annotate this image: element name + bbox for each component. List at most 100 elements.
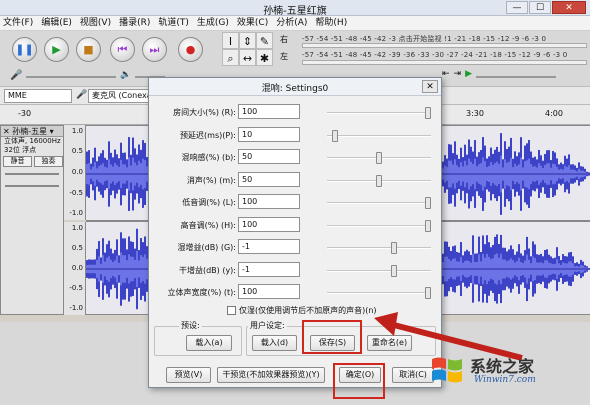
close-icon[interactable]: ✕: [3, 127, 12, 136]
close-button[interactable]: ✕: [552, 1, 586, 14]
param-input[interactable]: 10: [238, 126, 300, 142]
param-input[interactable]: -1: [238, 239, 300, 254]
menu-analyze[interactable]: 分析(A): [276, 16, 307, 30]
pause-icon: ❚❚: [15, 43, 34, 56]
param-row: 立体声宽度(%) (t): 100: [149, 284, 443, 302]
param-input[interactable]: 50: [238, 171, 300, 187]
track-control-panel: ✕ 孙楠-五星 ▾ 立体声, 16000Hz 32位 浮点 静音 独奏: [0, 125, 64, 315]
scale-label: -1.0: [69, 304, 83, 312]
multi-tool-icon[interactable]: ✱: [256, 49, 273, 66]
param-slider-thumb[interactable]: [425, 219, 431, 232]
param-label: 消声(%) (m):: [186, 175, 236, 185]
menu-help[interactable]: 帮助(H): [315, 16, 347, 30]
audio-host-select[interactable]: MME: [4, 89, 72, 103]
param-slider-track[interactable]: [327, 247, 431, 249]
playback-meter-bar: [302, 60, 587, 65]
ruler-label: -30: [18, 109, 32, 118]
watermark-title: 系统之家: [470, 357, 535, 376]
selection-tool-icon[interactable]: I: [222, 32, 239, 49]
silence-icon[interactable]: ⇥: [454, 69, 462, 85]
param-slider-thumb[interactable]: [376, 174, 382, 187]
play-speed-slider[interactable]: [476, 76, 557, 78]
pause-button[interactable]: ❚❚: [12, 37, 37, 62]
param-label: 高音调(%) (H):: [180, 220, 236, 230]
skip-start-button[interactable]: ⏮: [110, 37, 135, 62]
param-input[interactable]: 100: [238, 194, 300, 209]
envelope-tool-icon[interactable]: ⇕: [239, 32, 256, 49]
record-volume-slider[interactable]: [26, 76, 116, 78]
track-info: 32位 浮点: [4, 146, 37, 154]
mute-button[interactable]: 静音: [3, 156, 32, 167]
preview-button[interactable]: 预览(V): [166, 367, 211, 383]
scale-label: -0.5: [69, 284, 83, 292]
mic-icon: 🎤: [10, 70, 23, 81]
menu-transport[interactable]: 播录(R): [119, 16, 150, 30]
meter-right-label: 右: [280, 35, 288, 44]
checkbox-box[interactable]: [227, 306, 236, 315]
draw-tool-icon[interactable]: ✎: [256, 32, 273, 49]
param-slider-thumb[interactable]: [331, 129, 338, 142]
title-bar: 孙楠-五星红旗 — ☐ ✕: [0, 0, 590, 17]
param-input[interactable]: 100: [238, 216, 300, 232]
minimize-button[interactable]: —: [506, 1, 528, 14]
dialog-title-bar: 混响: Settings0 ✕: [149, 78, 441, 96]
skip-start-icon: ⏮: [117, 43, 128, 56]
watermark: 系统之家 Winwin7.com: [430, 351, 580, 391]
param-slider-track[interactable]: [327, 269, 431, 272]
param-slider-thumb[interactable]: [425, 107, 431, 119]
record-button[interactable]: ●: [178, 37, 203, 62]
amplitude-scale-top: 1.0 0.5 0.0 -0.5 -1.0: [64, 125, 86, 220]
scale-label: 1.0: [71, 224, 83, 232]
param-slider-thumb[interactable]: [425, 287, 431, 299]
param-row: 高音调(%) (H): 100: [149, 216, 443, 235]
record-icon: ●: [185, 43, 196, 56]
skip-end-button[interactable]: ⏭: [142, 37, 167, 62]
param-slider-track[interactable]: [327, 224, 431, 227]
gain-slider[interactable]: [5, 173, 59, 175]
ruler-label: 4:00: [545, 109, 563, 118]
param-input[interactable]: -1: [238, 261, 300, 277]
pan-slider[interactable]: [5, 185, 59, 187]
param-slider-thumb[interactable]: [425, 197, 431, 209]
param-slider-thumb[interactable]: [390, 264, 397, 277]
meter-left-label: 左: [280, 52, 288, 61]
menu-edit[interactable]: 编辑(E): [41, 16, 72, 30]
menu-tracks[interactable]: 轨道(T): [158, 16, 189, 30]
menu-view[interactable]: 视图(V): [80, 16, 111, 30]
param-input[interactable]: 100: [238, 284, 300, 299]
load-user-preset-button[interactable]: 载入(d): [252, 335, 297, 351]
param-slider-track[interactable]: [327, 112, 431, 114]
track-name-menu[interactable]: ✕ 孙楠-五星 ▾: [1, 126, 63, 137]
trim-icon[interactable]: ⇤: [442, 69, 450, 85]
param-slider-track[interactable]: [327, 134, 431, 137]
play-at-speed-button[interactable]: ▶: [465, 69, 472, 85]
load-preset-button[interactable]: 载入(a): [186, 335, 232, 351]
zoom-tool-icon[interactable]: ⌕: [222, 49, 239, 66]
edit-toolbar: ⇤ ⇥ ▶: [442, 69, 584, 85]
param-row: 湿增益(dB) (G): -1: [149, 239, 443, 257]
menu-file[interactable]: 文件(F): [3, 16, 33, 30]
menu-effect[interactable]: 效果(C): [237, 16, 268, 30]
dialog-close-button[interactable]: ✕: [422, 80, 438, 93]
param-input[interactable]: 50: [238, 149, 300, 164]
play-button[interactable]: ▶: [44, 37, 69, 62]
param-slider-thumb[interactable]: [390, 242, 397, 254]
param-slider-track[interactable]: [327, 202, 431, 204]
menu-generate[interactable]: 生成(G): [197, 16, 229, 30]
stop-button[interactable]: ■: [76, 37, 101, 62]
solo-button[interactable]: 独奏: [34, 156, 63, 167]
record-meter-bar: [302, 43, 587, 48]
param-input[interactable]: 100: [238, 104, 300, 119]
param-row: 低音调(%) (L): 100: [149, 194, 443, 212]
maximize-button[interactable]: ☐: [529, 1, 551, 14]
timeshift-tool-icon[interactable]: ↔: [239, 49, 256, 66]
scale-label: 0.0: [71, 264, 83, 272]
window-title: 孙楠-五星红旗: [263, 6, 327, 17]
wet-only-checkbox[interactable]: 仅湿(仅使用调节后不加原声的声音)(n): [227, 305, 377, 316]
param-label: 房间大小(%) (R):: [173, 108, 236, 117]
param-slider-thumb[interactable]: [376, 152, 382, 164]
param-slider-track[interactable]: [327, 292, 431, 294]
dry-preview-button[interactable]: 干预览(不加效果器预览)(Y): [217, 367, 325, 383]
highlight-save-box: [302, 320, 362, 354]
ruler-label: 3:30: [466, 109, 484, 118]
